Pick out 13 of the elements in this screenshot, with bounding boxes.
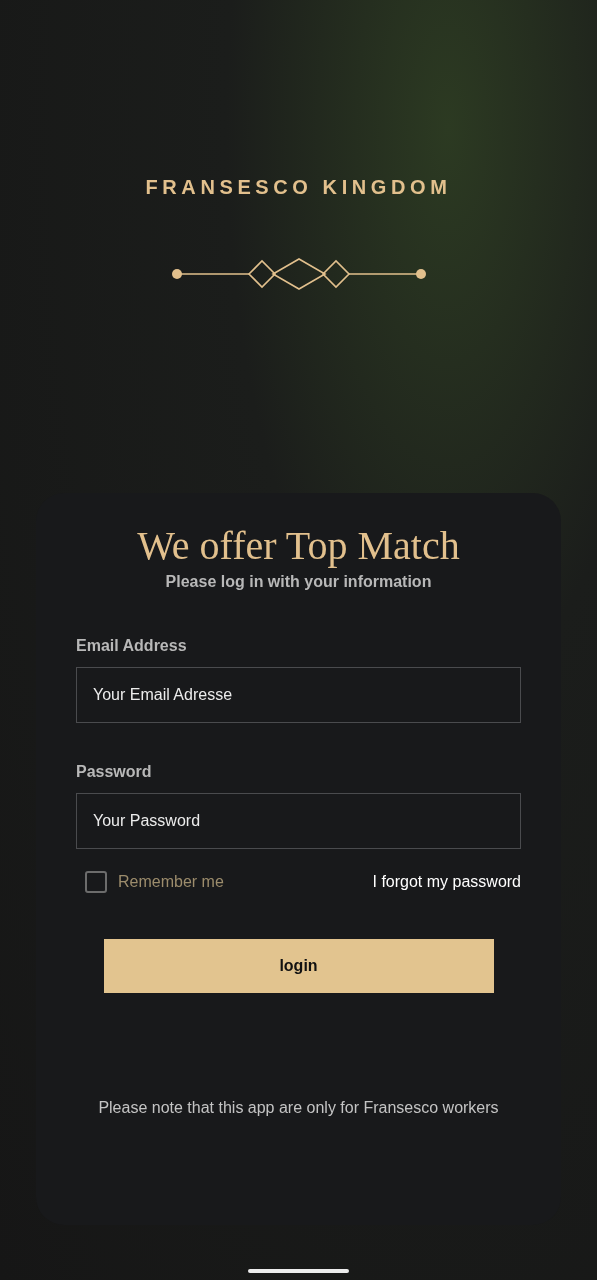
ornament-divider-icon: [170, 258, 427, 290]
input-field[interactable]: Your Password: [76, 793, 521, 849]
remember-label: Remember me: [118, 873, 224, 891]
login-button[interactable]: login: [103, 939, 494, 993]
app-title: FRANSESCO KINGDOM: [145, 175, 452, 200]
input-field[interactable]: Your Email Adresse: [76, 667, 521, 723]
field-label: Email Address: [76, 637, 188, 655]
remember-checkbox[interactable]: [85, 871, 107, 893]
field-label: Password: [76, 763, 153, 781]
forgot-password-link[interactable]: I forgot my password: [372, 873, 521, 891]
footer-note: Please note that this app are only for Fransesco workers: [98, 1099, 499, 1117]
card-heading: We offer Top Match: [137, 522, 460, 570]
card-subtitle: Please log in with your information: [165, 573, 432, 591]
